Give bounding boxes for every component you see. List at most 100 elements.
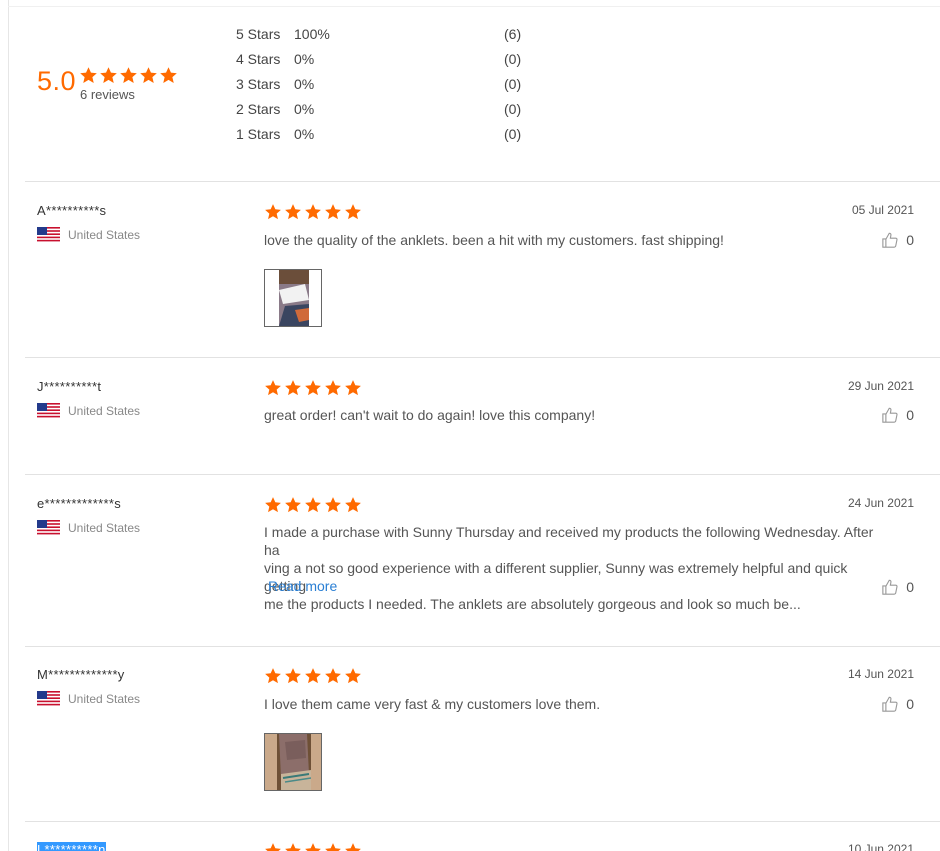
star-icon [120,67,137,84]
thumbs-up-icon [882,579,898,595]
reviewer-name: L**********n [37,842,106,851]
star-icon [325,380,341,396]
rating-distribution: 5 Stars 100% (6) 4 Stars 0% (0) 3 Stars … [236,26,536,151]
review-stars [264,842,362,851]
distribution-percent: 0% [294,51,315,67]
review-count: 6 reviews [80,87,135,102]
distribution-label: 5 Stars [236,26,281,42]
distribution-row-1[interactable]: 1 Stars 0% (0) [236,126,536,151]
divider [25,821,940,822]
review-text: I made a purchase with Sunny Thursday an… [264,523,884,613]
like-button[interactable]: 0 [881,231,914,249]
divider [25,646,940,647]
us-flag-icon [37,227,60,242]
reviewer-country: United States [37,691,140,706]
like-button[interactable]: 0 [881,578,914,596]
review-stars [264,496,362,514]
review-stars [264,379,362,397]
star-icon [325,497,341,513]
thumbs-up-icon [882,407,898,423]
distribution-label: 2 Stars [236,101,281,117]
star-icon [325,668,341,684]
distribution-percent: 0% [294,126,315,142]
star-icon [305,843,321,851]
star-icon [160,67,177,84]
star-icon [80,67,97,84]
us-flag-icon [37,403,60,418]
thumbs-up-icon [882,232,898,248]
star-icon [345,380,361,396]
review-stars [264,667,362,685]
star-icon [305,497,321,513]
star-icon [345,668,361,684]
review-date: 29 Jun 2021 [847,379,914,393]
distribution-count: (6) [504,26,522,42]
star-icon [285,380,301,396]
thumbs-up-icon [882,696,898,712]
star-icon [285,843,301,851]
country-name: United States [68,691,141,706]
distribution-row-4[interactable]: 4 Stars 0% (0) [236,51,536,76]
star-icon [305,668,321,684]
review-text: love the quality of the anklets. been a … [264,232,724,248]
star-icon [265,843,281,851]
distribution-count: (0) [504,76,522,92]
distribution-label: 1 Stars [236,126,281,142]
review-item: M*************y United States 14 Jun 202… [25,667,940,817]
rating-summary: 5.0 6 reviews 5 Stars 100% (6) 4 Stars 0… [0,0,940,182]
reviewer-name: M*************y [37,667,125,682]
star-icon [325,204,341,220]
distribution-row-5[interactable]: 5 Stars 100% (6) [236,26,536,51]
star-icon [345,204,361,220]
divider [25,181,940,182]
like-button[interactable]: 0 [881,406,914,424]
review-date: 24 Jun 2021 [847,496,914,510]
star-icon [100,67,117,84]
reviewer-name: A**********s [37,203,107,218]
star-icon [345,497,361,513]
us-flag-icon [37,691,60,706]
distribution-label: 3 Stars [236,76,281,92]
star-icon [285,204,301,220]
distribution-percent: 0% [294,76,315,92]
like-count: 0 [906,696,914,712]
review-item: A**********s United States 05 Jul 2021 l… [25,203,940,353]
star-icon [325,843,341,851]
star-icon [265,380,281,396]
review-photo[interactable] [264,733,322,791]
reviewer-name: e*************s [37,496,121,511]
like-count: 0 [906,407,914,423]
divider [25,474,940,475]
review-photo[interactable] [264,269,322,327]
like-button[interactable]: 0 [881,695,914,713]
average-score: 5.0 [37,66,77,96]
review-item: L**********n 10 Jun 2021 [25,842,940,851]
star-icon [305,204,321,220]
divider [25,357,940,358]
star-icon [265,497,281,513]
distribution-percent: 100% [294,26,330,42]
review-item: J**********t United States 29 Jun 2021 g… [25,379,940,469]
read-more-link[interactable]: Read more [268,578,337,594]
country-name: United States [68,520,141,535]
distribution-count: (0) [504,51,522,67]
star-icon [140,67,157,84]
reviewer-name: J**********t [37,379,102,394]
distribution-row-2[interactable]: 2 Stars 0% (0) [236,101,536,126]
star-icon [305,380,321,396]
like-count: 0 [906,232,914,248]
review-item: e*************s United States 24 Jun 202… [25,496,940,641]
like-count: 0 [906,579,914,595]
review-photo-image [265,734,321,790]
distribution-row-3[interactable]: 3 Stars 0% (0) [236,76,536,101]
country-name: United States [68,227,141,242]
review-text-line: I made a purchase with Sunny Thursday an… [264,524,874,558]
us-flag-icon [37,520,60,535]
review-date: 05 Jul 2021 [851,203,914,217]
distribution-label: 4 Stars [236,51,281,67]
distribution-percent: 0% [294,101,315,117]
country-name: United States [68,403,141,418]
reviewer-country: United States [37,403,140,418]
star-icon [265,668,281,684]
distribution-count: (0) [504,126,522,142]
